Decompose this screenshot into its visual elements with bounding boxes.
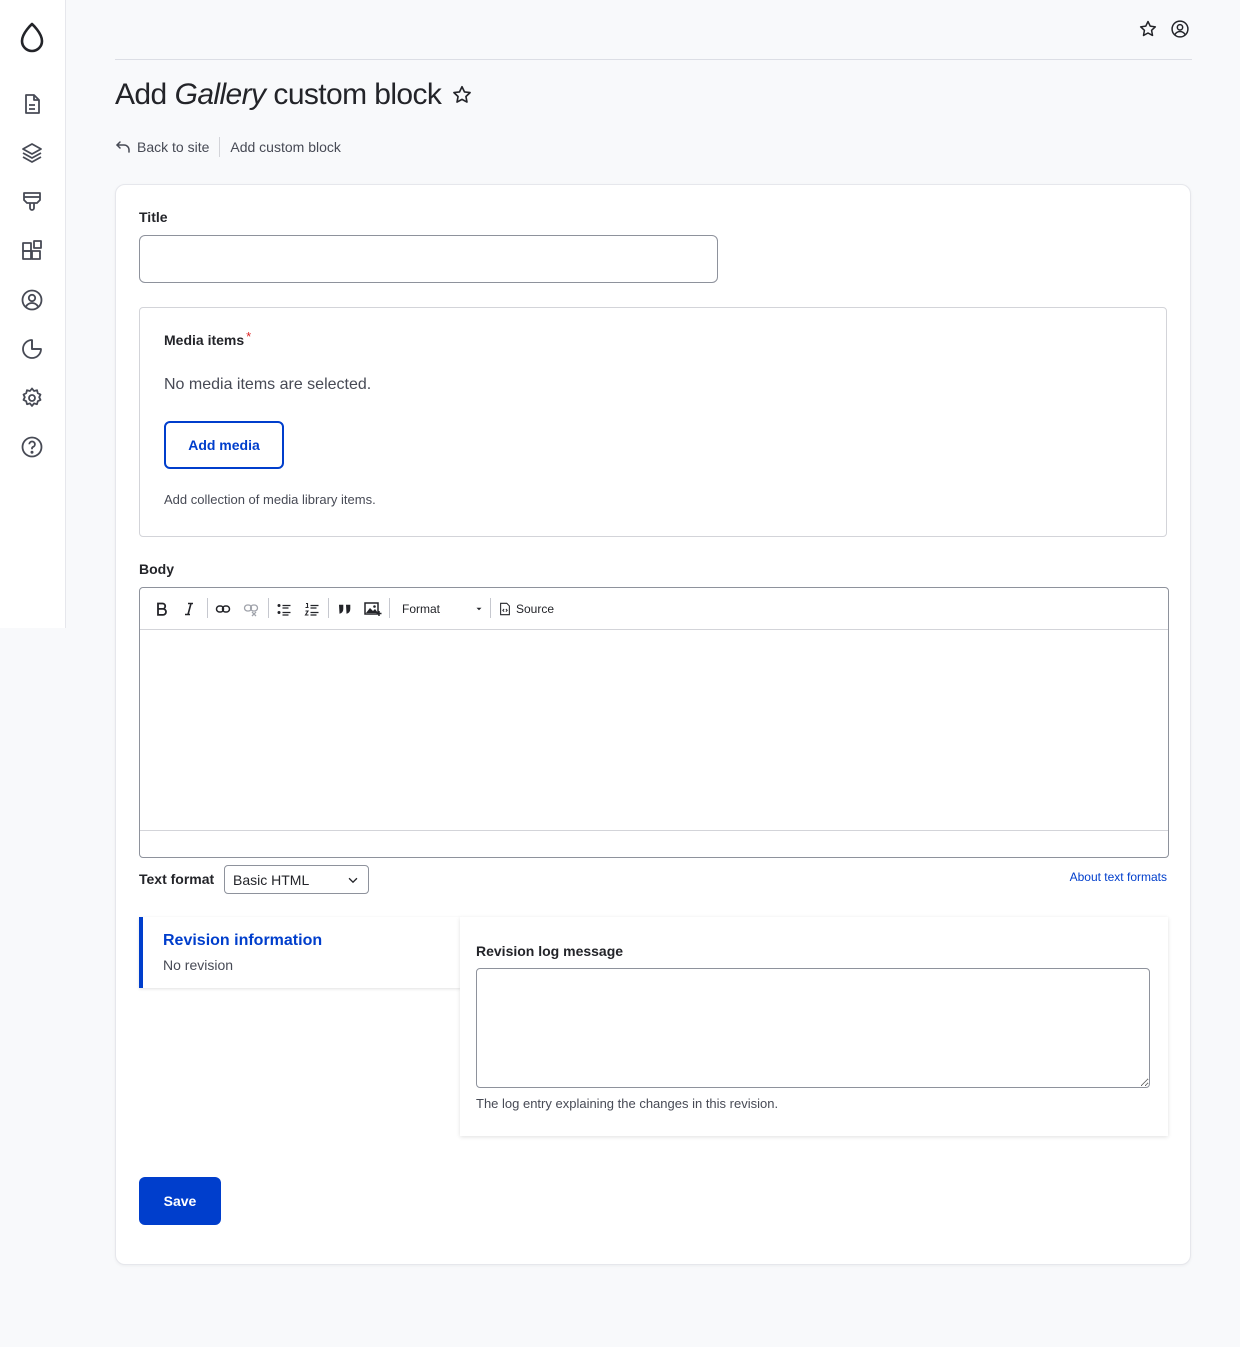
media-description: Add collection of media library items. bbox=[164, 492, 376, 507]
text-format-selected: Basic HTML bbox=[233, 871, 310, 888]
media-empty-message: No media items are selected. bbox=[164, 376, 372, 393]
required-marker: * bbox=[246, 329, 252, 344]
toolbar-separator bbox=[268, 598, 269, 618]
format-dropdown[interactable]: Format bbox=[402, 599, 484, 619]
page-title: Add Gallery custom block bbox=[115, 78, 473, 112]
puzzle-icon[interactable] bbox=[20, 239, 44, 263]
insert-image-icon[interactable] bbox=[364, 599, 382, 619]
unlink-icon[interactable] bbox=[243, 599, 259, 619]
user-icon[interactable] bbox=[1170, 19, 1190, 39]
title-label: Title bbox=[139, 209, 168, 225]
title-input[interactable] bbox=[139, 235, 718, 283]
revision-log-description: The log entry explaining the changes in … bbox=[476, 1096, 779, 1111]
chevron-down-icon bbox=[348, 877, 358, 883]
page-title-suffix: custom block bbox=[273, 78, 442, 111]
breadcrumb: Back to site Add custom block bbox=[115, 136, 341, 158]
text-format-label: Text format bbox=[139, 871, 215, 887]
revision-information-tab[interactable]: Revision information No revision bbox=[139, 917, 461, 988]
toolbar-separator bbox=[490, 598, 491, 618]
italic-icon[interactable] bbox=[181, 599, 197, 619]
about-text-formats-link[interactable]: About text formats bbox=[1070, 870, 1167, 884]
layers-icon[interactable] bbox=[20, 141, 44, 165]
gear-icon[interactable] bbox=[20, 386, 44, 410]
media-items-label-text: Media items bbox=[164, 332, 245, 348]
breadcrumb-current: Add custom block bbox=[230, 139, 341, 155]
format-dropdown-label: Format bbox=[402, 602, 441, 616]
text-format-select[interactable]: Basic HTML bbox=[224, 865, 369, 894]
bold-icon[interactable] bbox=[154, 599, 170, 619]
revision-log-label: Revision log message bbox=[476, 943, 624, 959]
document-icon[interactable] bbox=[20, 92, 44, 116]
help-icon[interactable] bbox=[20, 435, 44, 459]
source-button-label: Source bbox=[516, 602, 555, 616]
back-arrow-icon bbox=[116, 141, 130, 153]
revision-panel: Revision log message The log entry expla… bbox=[460, 917, 1168, 1136]
editor-toolbar: Format Source bbox=[140, 588, 1168, 630]
shortcut-star-icon[interactable] bbox=[451, 84, 473, 106]
drupal-logo-icon[interactable] bbox=[18, 22, 46, 54]
body-editing-area[interactable] bbox=[140, 631, 1168, 831]
page-title-prefix: Add bbox=[115, 78, 167, 111]
source-button[interactable]: Source bbox=[498, 599, 558, 619]
media-items-fieldset: Media items * No media items are selected… bbox=[139, 307, 1167, 537]
block-form: Title Media items * No media items are se… bbox=[115, 184, 1191, 1265]
star-icon[interactable] bbox=[1138, 19, 1158, 39]
toolbar-separator bbox=[328, 598, 329, 618]
page-title-block-type: Gallery bbox=[174, 78, 266, 111]
body-editor: Format Source bbox=[139, 587, 1169, 858]
brush-icon[interactable] bbox=[20, 190, 44, 214]
toolbar-separator bbox=[207, 598, 208, 618]
link-icon[interactable] bbox=[215, 599, 231, 619]
source-code-icon bbox=[500, 602, 510, 616]
revision-tab-summary: No revision bbox=[163, 957, 234, 973]
body-label: Body bbox=[139, 561, 174, 577]
bulleted-list-icon[interactable] bbox=[276, 599, 292, 619]
revision-log-textarea[interactable] bbox=[476, 968, 1150, 1088]
add-media-button[interactable]: Add media bbox=[164, 421, 284, 469]
save-button[interactable]: Save bbox=[139, 1177, 221, 1225]
revision-tab-title: Revision information bbox=[163, 932, 323, 949]
toolbar-separator bbox=[389, 598, 390, 618]
dropdown-arrow-icon bbox=[476, 607, 482, 611]
header-divider bbox=[115, 59, 1192, 60]
editor-status-bar bbox=[140, 830, 1168, 857]
back-to-site-link[interactable]: Back to site bbox=[115, 139, 209, 155]
breadcrumb-separator bbox=[219, 137, 221, 157]
pie-chart-icon[interactable] bbox=[20, 337, 44, 361]
blockquote-icon[interactable] bbox=[337, 599, 353, 619]
admin-sidebar bbox=[0, 0, 66, 628]
person-icon[interactable] bbox=[20, 288, 44, 312]
numbered-list-icon[interactable] bbox=[304, 599, 320, 619]
media-items-label: Media items * bbox=[164, 329, 252, 348]
back-to-site-label: Back to site bbox=[137, 139, 210, 155]
